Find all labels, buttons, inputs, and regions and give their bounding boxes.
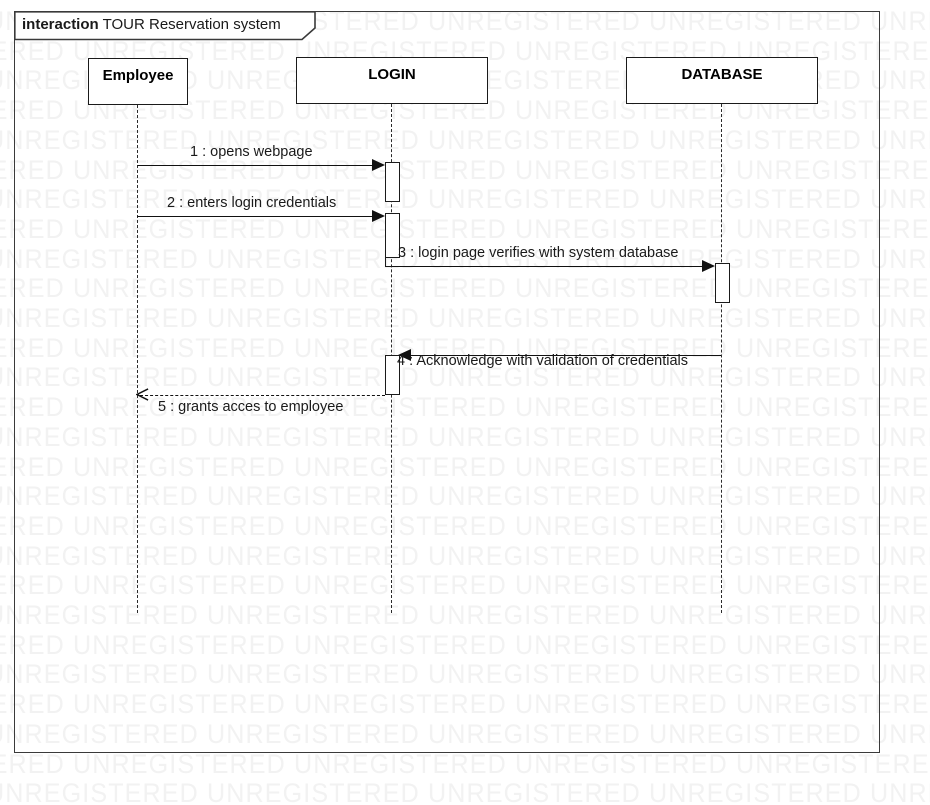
lifeline-label-login: LOGIN xyxy=(368,66,416,83)
diagram-title: interaction TOUR Reservation system xyxy=(22,14,281,36)
activation-bar-login-1 xyxy=(385,162,400,202)
lifeline-head-employee[interactable]: Employee xyxy=(88,58,188,105)
watermark-row: UNREGISTERED UNREGISTERED UNREGISTERED U… xyxy=(0,778,930,805)
diagram-title-text: TOUR Reservation system xyxy=(102,16,281,33)
sequence-diagram-canvas: UNREGISTERED UNREGISTERED UNREGISTERED U… xyxy=(0,0,930,805)
message-line-3[interactable] xyxy=(392,266,709,267)
message-label-4: 4 : Acknowledge with validation of crede… xyxy=(397,353,688,369)
message-line-1[interactable] xyxy=(137,165,379,166)
message-arrowhead-2 xyxy=(372,210,385,222)
message-line-5[interactable] xyxy=(140,395,385,396)
lifeline-head-database[interactable]: DATABASE xyxy=(626,57,818,104)
watermark-row: UNREGISTERED UNREGISTERED UNREGISTERED U… xyxy=(0,748,930,779)
message-label-5: 5 : grants acces to employee xyxy=(158,399,344,415)
message-label-2: 2 : enters login credentials xyxy=(167,195,337,211)
lifeline-stem-database xyxy=(721,104,722,613)
diagram-kind-keyword: interaction xyxy=(22,16,99,33)
message-label-3: 3 : login page verifies with system data… xyxy=(398,245,679,261)
lifeline-head-login[interactable]: LOGIN xyxy=(296,57,488,104)
lifeline-label-employee: Employee xyxy=(102,67,174,84)
lifeline-stem-employee xyxy=(137,105,138,613)
diagram-frame xyxy=(14,11,880,753)
message-arrowhead-1 xyxy=(372,159,385,171)
activation-bar-database-1 xyxy=(715,263,730,303)
message-arrowhead-3 xyxy=(702,260,715,272)
message-arrowhead-5 xyxy=(136,388,149,401)
message-label-1: 1 : opens webpage xyxy=(190,144,313,160)
lifeline-label-database: DATABASE xyxy=(681,66,763,83)
message-line-2[interactable] xyxy=(137,216,379,217)
